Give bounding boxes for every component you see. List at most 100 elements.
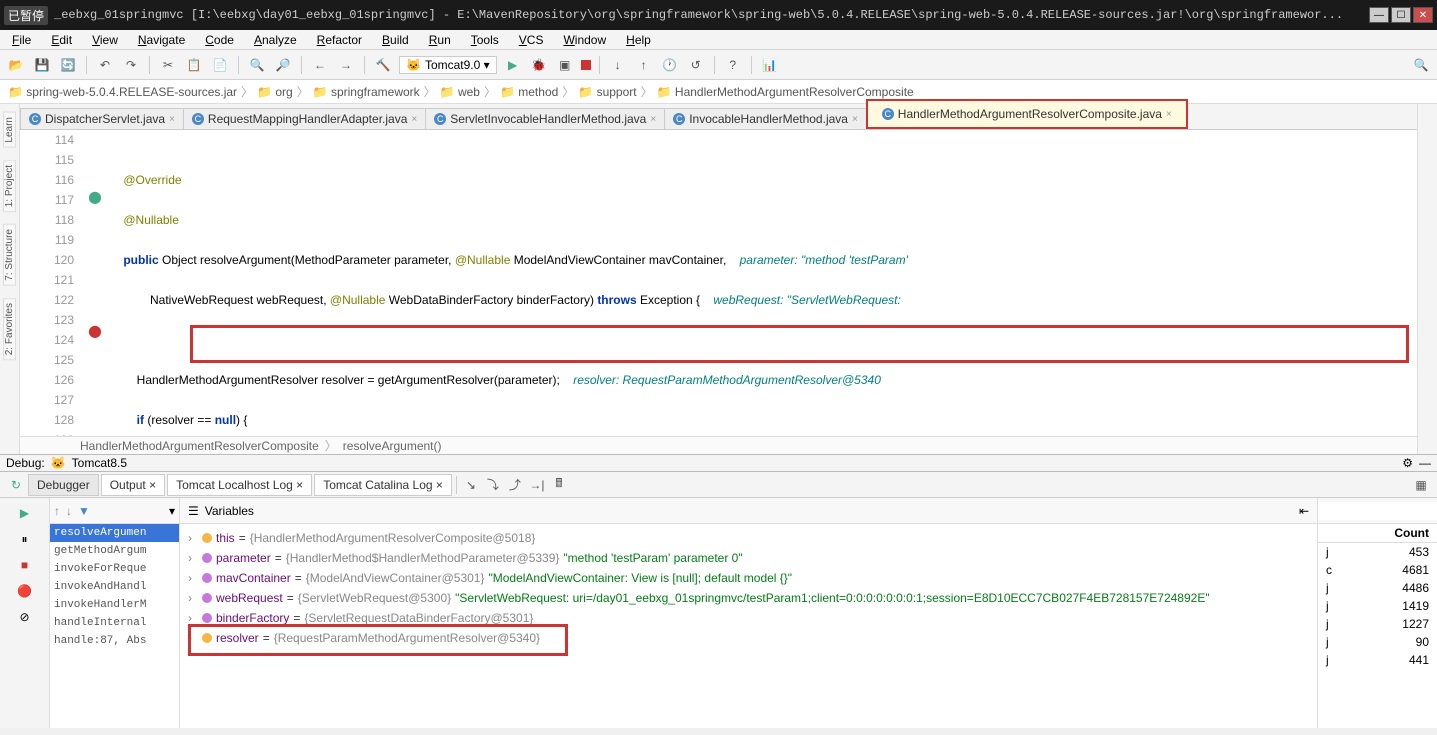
breadcrumb-item[interactable]: 📁 org <box>257 85 293 99</box>
tab-ServletInvocableHandlerMethod.java[interactable]: CServletInvocableHandlerMethod.java× <box>425 108 665 129</box>
vars-collapse-icon[interactable]: ⇤ <box>1299 504 1309 518</box>
code-editor[interactable]: @Override @Nullable public Object resolv… <box>110 130 1417 436</box>
tool-window-1: Project[interactable]: 1: Project <box>3 160 16 212</box>
stack-frame[interactable]: invokeAndHandl <box>50 578 179 596</box>
resume-icon[interactable]: ▶ <box>16 504 34 522</box>
save-icon[interactable]: 💾 <box>32 55 52 75</box>
debug-tab-Debugger[interactable]: Debugger <box>28 474 99 496</box>
step-over-icon[interactable]: ⤵ <box>483 475 503 495</box>
menu-refactor[interactable]: Refactor <box>309 31 370 49</box>
stack-frame[interactable]: getMethodArgum <box>50 542 179 560</box>
minimize-panel-icon[interactable]: — <box>1419 456 1431 470</box>
undo-icon[interactable]: ↶ <box>95 55 115 75</box>
copy-icon[interactable]: 📋 <box>184 55 204 75</box>
watch-search-input[interactable] <box>1318 502 1437 520</box>
close-tab-icon[interactable]: × <box>852 114 858 125</box>
debug-tab-Output[interactable]: Output × <box>101 474 165 496</box>
help-icon[interactable]: ? <box>723 55 743 75</box>
menu-vcs[interactable]: VCS <box>511 31 552 49</box>
frame-down-icon[interactable]: ↓ <box>66 504 72 518</box>
code-crumb[interactable]: HandlerMethodArgumentResolverComposite <box>80 439 319 453</box>
menu-window[interactable]: Window <box>555 31 614 49</box>
settings-icon[interactable]: ⚙ <box>1402 456 1413 470</box>
close-tab-icon[interactable]: × <box>169 114 175 125</box>
breakpoints-icon[interactable]: 🔴 <box>16 582 34 600</box>
tab-DispatcherServlet.java[interactable]: CDispatcherServlet.java× <box>20 108 184 129</box>
step-out-icon[interactable]: ⤴ <box>505 475 525 495</box>
stack-frame[interactable]: invokeForReque <box>50 560 179 578</box>
find-icon[interactable]: 🔍 <box>247 55 267 75</box>
var-row[interactable]: ›mavContainer = {ModelAndViewContainer@5… <box>188 568 1309 588</box>
var-row[interactable]: ›parameter = {HandlerMethod$HandlerMetho… <box>188 548 1309 568</box>
close-tab-icon[interactable]: × <box>650 114 656 125</box>
evaluate-icon[interactable]: 🖩 <box>549 475 569 495</box>
var-row[interactable]: ›binderFactory = {ServletRequestDataBind… <box>188 608 1309 628</box>
tool-window-Learn[interactable]: Learn <box>3 112 16 148</box>
tab-InvocableHandlerMethod.java[interactable]: CInvocableHandlerMethod.java× <box>664 108 867 129</box>
close-tab-icon[interactable]: × <box>1166 109 1172 120</box>
tab-RequestMappingHandlerAdapter.java[interactable]: CRequestMappingHandlerAdapter.java× <box>183 108 426 129</box>
close-icon[interactable]: × <box>296 478 303 492</box>
menu-edit[interactable]: Edit <box>43 31 80 49</box>
back-icon[interactable]: ← <box>310 55 330 75</box>
stack-frame[interactable]: handleInternal <box>50 614 179 632</box>
replace-icon[interactable]: 🔎 <box>273 55 293 75</box>
close-tab-icon[interactable]: × <box>411 114 417 125</box>
breadcrumb-item[interactable]: 📁 method <box>500 85 558 99</box>
run-to-cursor-icon[interactable]: →| <box>527 475 547 495</box>
maximize-button[interactable]: ☐ <box>1391 7 1411 23</box>
step-into-icon[interactable]: ↘ <box>461 475 481 495</box>
var-row[interactable]: ›resolver = {RequestParamMethodArgumentR… <box>188 628 1309 648</box>
stack-frame[interactable]: handle:87, Abs <box>50 632 179 650</box>
breadcrumb-item[interactable]: 📁 web <box>440 85 480 99</box>
thread-selector-icon[interactable]: ▾ <box>169 504 175 518</box>
tool-window-2: Favorites[interactable]: 2: Favorites <box>3 298 16 360</box>
frame-filter-icon[interactable]: ▼ <box>78 504 90 518</box>
mute-bp-icon[interactable]: ⊘ <box>16 608 34 626</box>
cut-icon[interactable]: ✂ <box>158 55 178 75</box>
stack-frame[interactable]: invokeHandlerM <box>50 596 179 614</box>
close-icon[interactable]: × <box>436 478 443 492</box>
tool-window-7: Structure[interactable]: 7: Structure <box>3 224 16 286</box>
code-crumb[interactable]: resolveArgument() <box>343 439 442 453</box>
menu-build[interactable]: Build <box>374 31 417 49</box>
tab-HandlerMethodArgumentResolverComposite.java[interactable]: CHandlerMethodArgumentResolverComposite.… <box>866 99 1188 129</box>
menu-file[interactable]: File <box>4 31 39 49</box>
rerun-icon[interactable]: ↻ <box>6 475 26 495</box>
breadcrumb-item[interactable]: 📁 springframework <box>313 85 420 99</box>
run-icon[interactable]: ▶ <box>503 55 523 75</box>
forward-icon[interactable]: → <box>336 55 356 75</box>
layout-icon[interactable]: ▦ <box>1411 475 1431 495</box>
vcs-update-icon[interactable]: ↓ <box>608 55 628 75</box>
pause-icon[interactable]: ⏸ <box>16 530 34 548</box>
frame-up-icon[interactable]: ↑ <box>54 504 60 518</box>
open-icon[interactable]: 📂 <box>6 55 26 75</box>
menu-view[interactable]: View <box>84 31 126 49</box>
menu-code[interactable]: Code <box>197 31 242 49</box>
menu-help[interactable]: Help <box>618 31 659 49</box>
menu-tools[interactable]: Tools <box>463 31 507 49</box>
stop-debug-icon[interactable]: ■ <box>16 556 34 574</box>
menu-run[interactable]: Run <box>421 31 459 49</box>
menu-navigate[interactable]: Navigate <box>130 31 193 49</box>
sync-icon[interactable]: 🔄 <box>58 55 78 75</box>
build-icon[interactable]: 🔨 <box>373 55 393 75</box>
paste-icon[interactable]: 📄 <box>210 55 230 75</box>
coverage-icon[interactable]: ▣ <box>555 55 575 75</box>
close-icon[interactable]: × <box>149 478 156 492</box>
var-row[interactable]: ›webRequest = {ServletWebRequest@5300} "… <box>188 588 1309 608</box>
vcs-revert-icon[interactable]: ↺ <box>686 55 706 75</box>
close-button[interactable]: ✕ <box>1413 7 1433 23</box>
vcs-commit-icon[interactable]: ↑ <box>634 55 654 75</box>
menu-analyze[interactable]: Analyze <box>246 31 305 49</box>
breadcrumb-item[interactable]: 📁 HandlerMethodArgumentResolverComposite <box>657 85 914 99</box>
run-config-combo[interactable]: 🐱 Tomcat9.0 ▾ <box>399 56 497 74</box>
search-everywhere-icon[interactable]: 🔍 <box>1411 55 1431 75</box>
debug-tab-Tomcat Catalina Log[interactable]: Tomcat Catalina Log × <box>314 474 452 496</box>
vcs-history-icon[interactable]: 🕐 <box>660 55 680 75</box>
stack-frame[interactable]: resolveArgumen <box>50 524 179 542</box>
stop-icon[interactable] <box>581 60 591 70</box>
breadcrumb-item[interactable]: 📁 spring-web-5.0.4.RELEASE-sources.jar <box>8 85 237 99</box>
redo-icon[interactable]: ↷ <box>121 55 141 75</box>
debug-icon[interactable]: 🐞 <box>529 55 549 75</box>
